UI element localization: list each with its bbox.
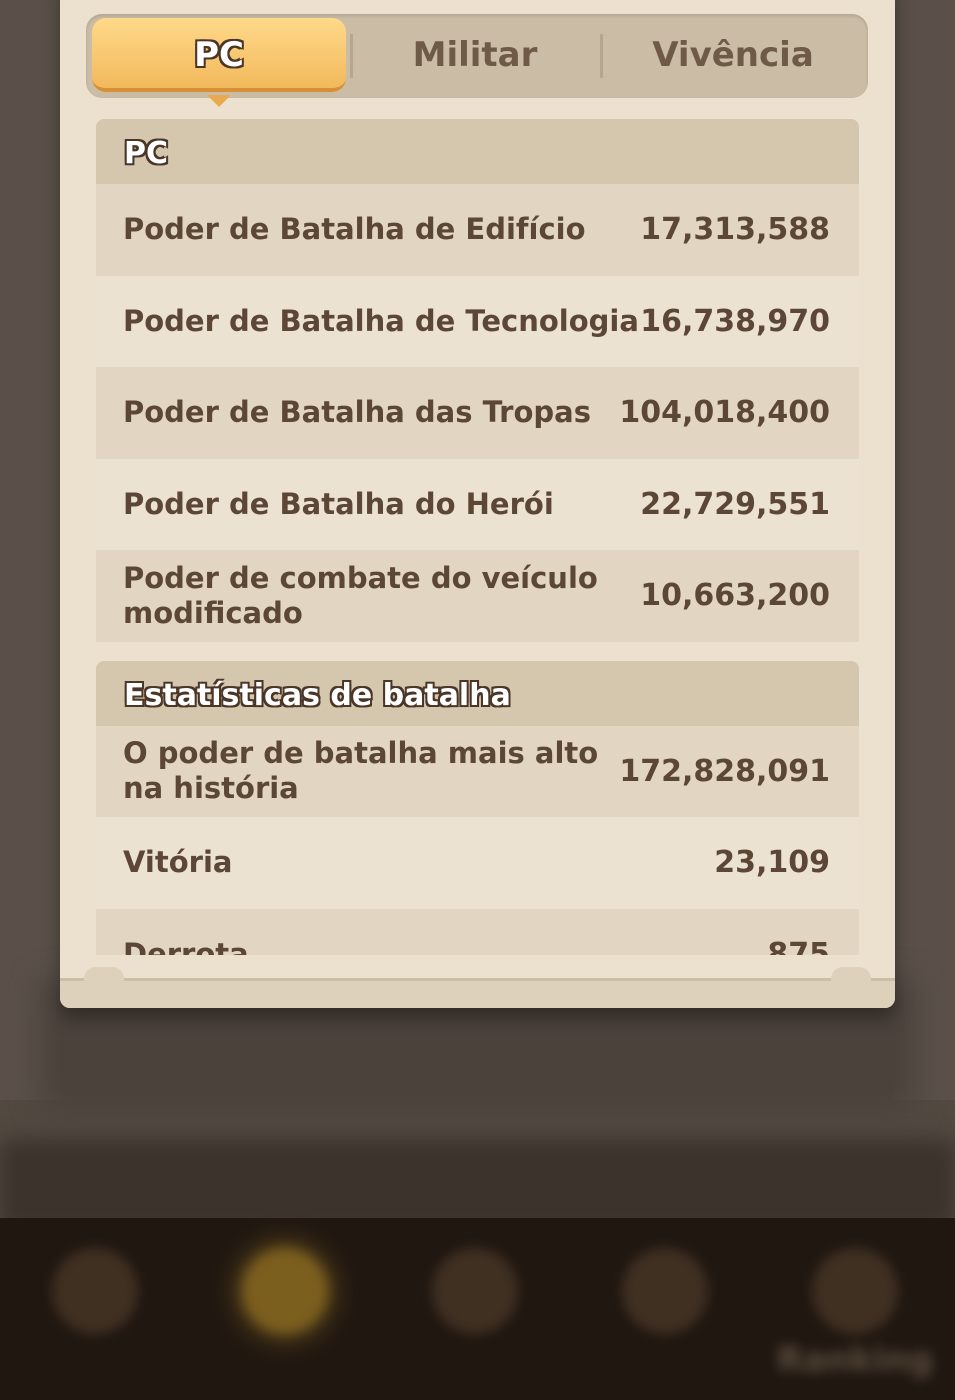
stat-row: Poder de Batalha do Herói 22,729,551 (96, 458, 859, 550)
chat-icon (52, 1248, 138, 1334)
tab-divider (600, 34, 603, 78)
stat-value: 22,729,551 (640, 486, 830, 522)
section-title-pc: PC (96, 119, 859, 184)
backdrop-left (0, 0, 62, 1100)
active-tab-pointer (207, 95, 231, 107)
stat-row: O poder de batalha mais alto na história… (96, 725, 859, 817)
blurred-backdrop-strip (0, 1140, 955, 1230)
tab-bar: PC Militar Vivência (86, 14, 868, 107)
tab-pc[interactable]: PC (92, 18, 346, 92)
stat-row: Vitória 23,109 (96, 817, 859, 909)
stat-label: Poder de Batalha de Tecnologia (123, 303, 639, 338)
stat-label: Poder de Batalha das Tropas (123, 395, 591, 430)
stat-label: Poder de combate do veículo modificado (123, 560, 598, 630)
bottom-nav-bar: Ranking (0, 1218, 955, 1400)
stats-panel: PC Militar Vivência PC Poder de Batalha … (60, 0, 895, 1008)
tab-vivencia[interactable]: Vivência (606, 18, 860, 92)
backdrop-right (893, 0, 955, 1100)
panel-bottom-edge (60, 967, 895, 1008)
nav-item-event[interactable] (190, 1218, 380, 1400)
nav-item-cards[interactable] (380, 1218, 570, 1400)
stats-scroll-list[interactable]: PC Poder de Batalha de Edifício 17,313,5… (96, 119, 859, 955)
stat-value: 10,663,200 (640, 578, 830, 614)
stat-row: Derrota 875 (96, 908, 859, 955)
stat-label: Derrota (123, 936, 249, 955)
stat-row: Poder de Batalha de Tecnologia 16,738,97… (96, 275, 859, 367)
stat-value: 17,313,588 (640, 212, 830, 248)
stat-label: Poder de Batalha do Herói (123, 486, 554, 521)
stat-label: O poder de batalha mais alto na história (123, 736, 599, 806)
nav-item-chat[interactable] (0, 1218, 190, 1400)
stat-row: Poder de Batalha das Tropas 104,018,400 (96, 367, 859, 459)
nav-label: Ranking (776, 1340, 934, 1380)
stat-label: Vitória (123, 845, 233, 880)
tab-militar[interactable]: Militar (348, 18, 602, 92)
event-icon (242, 1248, 328, 1334)
stat-value: 875 (767, 936, 830, 955)
stat-label: Poder de Batalha de Edifício (123, 212, 586, 247)
stat-row: Poder de Batalha de Edifício 17,313,588 (96, 184, 859, 276)
settings-icon (622, 1248, 708, 1334)
ranking-icon (812, 1248, 898, 1334)
section-title-battle-stats: Estatísticas de batalha (96, 660, 859, 726)
stat-value: 172,828,091 (619, 753, 830, 789)
cards-icon (432, 1248, 518, 1334)
nav-item-ranking[interactable]: Ranking (760, 1218, 950, 1400)
stat-value: 104,018,400 (619, 395, 830, 431)
stat-row: Poder de combate do veículo modificado 1… (96, 550, 859, 642)
stat-value: 16,738,970 (640, 303, 830, 339)
nav-item-settings[interactable] (570, 1218, 760, 1400)
stat-value: 23,109 (714, 845, 830, 881)
